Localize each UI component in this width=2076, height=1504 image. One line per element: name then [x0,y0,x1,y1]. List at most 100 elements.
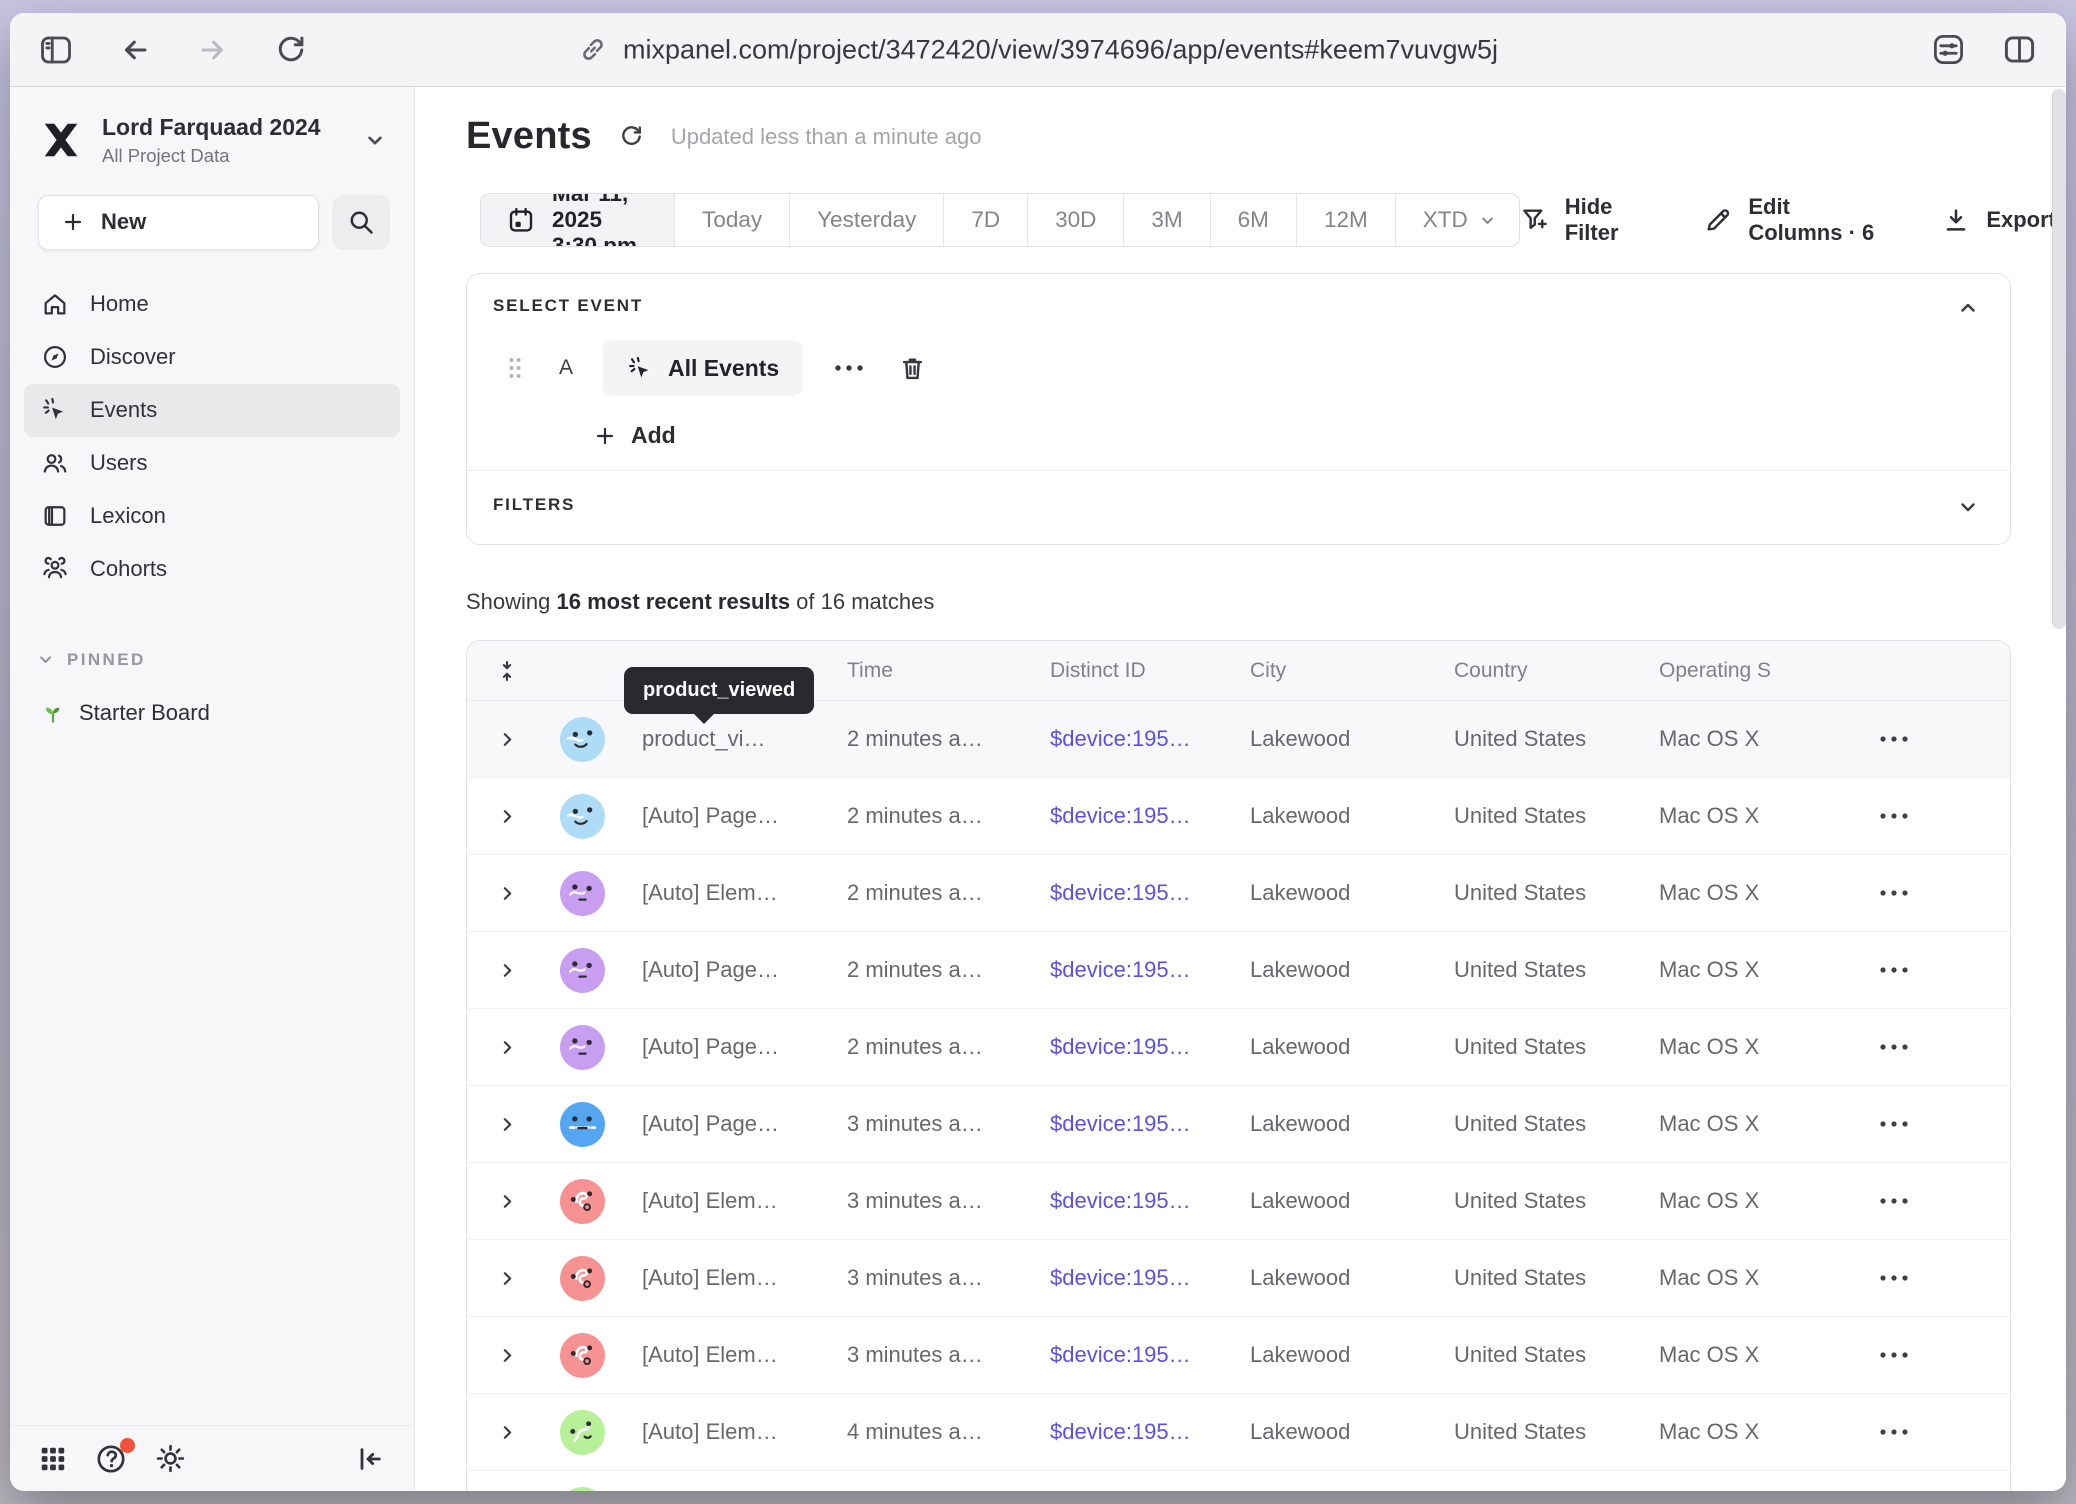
column-header-os[interactable]: Operating S [1659,659,1877,683]
row-more-icon[interactable] [1877,965,1911,975]
apps-grid-icon[interactable] [38,1444,68,1474]
help-icon[interactable] [94,1442,128,1476]
table-row[interactable]: [Auto] Page… 2 minutes a… $device:195… L… [467,778,2010,855]
preset-12m[interactable]: 12M [1296,194,1395,246]
distinct-id-link[interactable]: $device:195… [1050,1034,1250,1060]
back-button[interactable] [118,33,152,67]
table-row[interactable]: [Auto] Page… 3 minutes a… $device:195… L… [467,1086,2010,1163]
preset-xtd-dropdown[interactable]: XTD [1395,194,1519,246]
row-more-icon[interactable] [1877,1196,1911,1206]
distinct-id-link[interactable]: $device:195… [1050,803,1250,829]
chevron-up-icon[interactable] [1956,296,1980,320]
preset-yesterday[interactable]: Yesterday [789,194,943,246]
sidebar-toggle-icon[interactable] [38,32,74,68]
new-button[interactable]: New [38,195,319,250]
preset-6m[interactable]: 6M [1210,194,1296,246]
distinct-id-link[interactable]: $device:195… [1050,1265,1250,1291]
filters-label: FILTERS [493,495,1984,515]
link-icon [578,35,608,65]
distinct-id-link[interactable]: $device:195… [1050,880,1250,906]
sidebar-item-users[interactable]: Users [24,437,400,490]
pinned-section-header[interactable]: PINNED [36,650,414,670]
expand-row-icon[interactable] [497,1268,518,1289]
sidebar-item-cohorts[interactable]: Cohorts [24,543,400,596]
add-event-button[interactable]: Add [593,422,676,449]
sidebar-item-label: Users [90,450,147,476]
table-row[interactable]: [Auto] Page… 2 minutes a… $device:195… L… [467,1009,2010,1086]
table-row[interactable]: [Auto] Page… 2 minutes a… $device:195… L… [467,932,2010,1009]
event-cursor-icon [627,355,654,382]
project-name: Lord Farquaad 2024 [102,113,321,142]
distinct-id-link[interactable]: $device:195… [1050,1111,1250,1137]
sidebar-item-lexicon[interactable]: Lexicon [24,490,400,543]
distinct-id-link[interactable]: $device:195… [1050,957,1250,983]
sidebar-item-home[interactable]: Home [24,278,400,331]
distinct-id-link[interactable]: $device:195… [1050,1188,1250,1214]
expand-row-icon[interactable] [497,1191,518,1212]
refresh-icon[interactable] [618,123,645,150]
table-row[interactable] [467,1471,2010,1491]
collapse-sidebar-icon[interactable] [354,1443,386,1475]
table-row[interactable]: [Auto] Elem… 4 minutes a… $device:195… L… [467,1394,2010,1471]
filter-icon [1520,205,1550,235]
expand-row-icon[interactable] [497,960,518,981]
row-more-icon[interactable] [1877,811,1911,821]
page-settings-icon[interactable] [1930,31,1967,68]
gear-icon[interactable] [154,1442,187,1475]
row-more-icon[interactable] [1877,1119,1911,1129]
row-more-icon[interactable] [1877,888,1911,898]
address-bar[interactable]: mixpanel.com/project/3472420/view/397469… [578,34,1498,65]
column-header-city[interactable]: City [1250,659,1454,683]
expand-row-icon[interactable] [497,1037,518,1058]
preset-7d[interactable]: 7D [943,194,1027,246]
forward-button[interactable] [196,33,230,67]
row-more-icon[interactable] [1877,734,1911,744]
edit-columns-button[interactable]: Edit Columns · 6 [1703,194,1883,246]
column-header-time[interactable]: Time [847,659,1050,683]
city-cell: Lakewood [1250,957,1454,983]
os-cell: Mac OS X [1659,957,1877,983]
distinct-id-link[interactable]: $device:195… [1050,726,1250,752]
sidebar-item-discover[interactable]: Discover [24,331,400,384]
more-options-icon[interactable] [833,363,865,373]
drag-handle-icon[interactable] [507,355,523,381]
expand-row-icon[interactable] [497,806,518,827]
table-row[interactable]: [Auto] Elem… 3 minutes a… $device:195… L… [467,1240,2010,1317]
scrollbar[interactable] [2052,89,2066,629]
expand-row-icon[interactable] [497,729,518,750]
city-cell: Lakewood [1250,880,1454,906]
row-more-icon[interactable] [1877,1042,1911,1052]
table-row[interactable]: [Auto] Elem… 3 minutes a… $device:195… L… [467,1163,2010,1240]
avatar [560,1025,605,1070]
split-view-icon[interactable] [2001,31,2038,68]
row-more-icon[interactable] [1877,1350,1911,1360]
sidebar-item-starter-board[interactable]: Starter Board [40,700,414,726]
preset-3m[interactable]: 3M [1123,194,1209,246]
event-selector-chip[interactable]: All Events [603,340,803,396]
table-row[interactable]: [Auto] Elem… 3 minutes a… $device:195… L… [467,1317,2010,1394]
reload-button[interactable] [274,33,308,67]
column-header-country[interactable]: Country [1454,659,1659,683]
preset-30d[interactable]: 30D [1027,194,1123,246]
distinct-id-link[interactable]: $device:195… [1050,1419,1250,1445]
hide-filter-button[interactable]: Hide Filter [1520,194,1646,246]
expand-row-icon[interactable] [497,1114,518,1135]
distinct-id-link[interactable]: $device:195… [1050,1342,1250,1368]
export-button[interactable]: Export [1941,205,2056,235]
sidebar-item-events[interactable]: Events [24,384,400,437]
collapse-all-rows-icon[interactable] [495,659,519,683]
row-more-icon[interactable] [1877,1427,1911,1437]
preset-today[interactable]: Today [674,194,789,246]
trash-icon[interactable] [897,353,928,384]
project-switcher[interactable]: Lord Farquaad 2024 All Project Data [38,113,388,167]
date-picker-segment[interactable]: Mar 11, 2025 3:30 pm [481,194,674,246]
expand-row-icon[interactable] [497,1422,518,1443]
expand-row-icon[interactable] [497,1345,518,1366]
table-row[interactable]: [Auto] Elem… 2 minutes a… $device:195… L… [467,855,2010,932]
search-button[interactable] [332,195,390,250]
country-cell: United States [1454,1265,1659,1291]
column-header-distinct-id[interactable]: Distinct ID [1050,659,1250,683]
expand-row-icon[interactable] [497,883,518,904]
chevron-down-icon[interactable] [1956,495,1980,519]
row-more-icon[interactable] [1877,1273,1911,1283]
